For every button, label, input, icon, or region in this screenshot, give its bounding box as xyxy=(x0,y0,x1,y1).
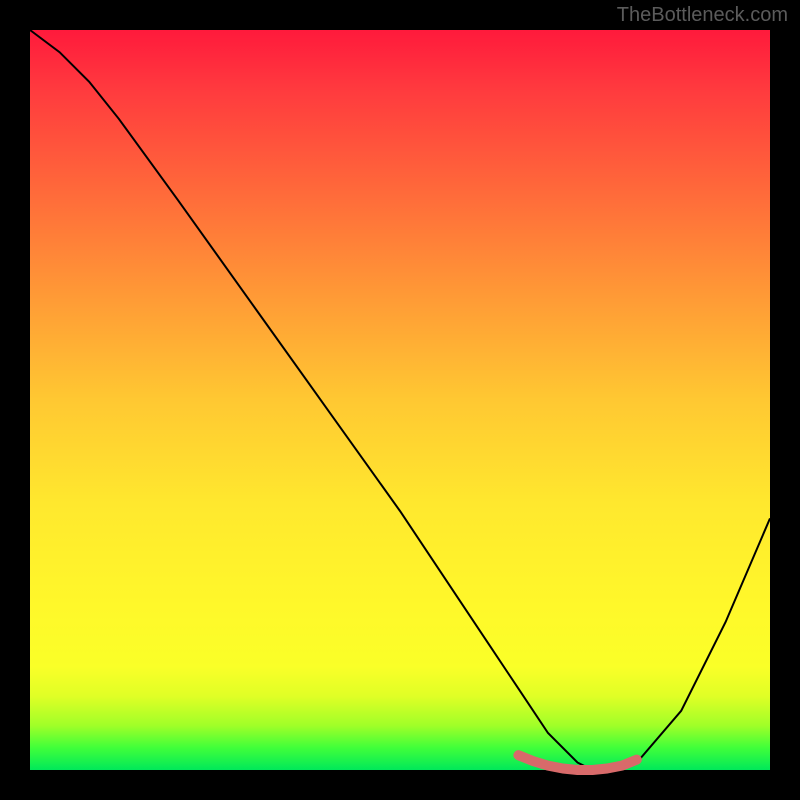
watermark-text: TheBottleneck.com xyxy=(617,4,788,27)
bottleneck-curve-path xyxy=(30,30,770,770)
chart-plot-area xyxy=(30,30,770,770)
chart-svg xyxy=(30,30,770,770)
